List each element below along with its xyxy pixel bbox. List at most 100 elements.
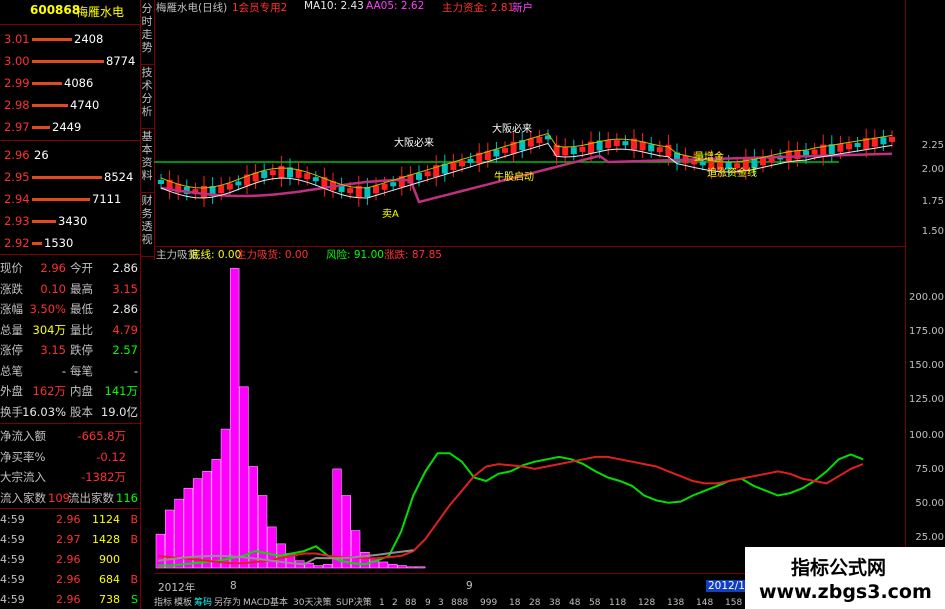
volume-bar: [32, 60, 104, 63]
bottom-tab[interactable]: 另存为: [214, 598, 241, 609]
axis-label: 1.75: [921, 196, 944, 207]
chart-area[interactable]: 梅雁水电(日线) 1会员专用2 MA10: 2.43 AA05: 2.62 主力…: [154, 0, 905, 609]
candle-body: [570, 147, 577, 155]
bottom-tab[interactable]: 18: [509, 598, 520, 609]
annotation: 大阪必来: [492, 124, 532, 135]
sell-row[interactable]: 3.00 8774: [4, 51, 140, 72]
buy-row[interactable]: 2.95 8524: [4, 167, 140, 188]
axis-label: 200.00: [909, 292, 944, 303]
tick-row: 4:59 2.96 738 S: [0, 590, 140, 609]
quote-value: 19.0亿: [100, 404, 138, 419]
buy-row[interactable]: 2.96 26: [4, 145, 140, 166]
order-volume: 4086: [64, 76, 94, 90]
quote-label: 跌停: [70, 343, 93, 357]
bottom-tab[interactable]: 58: [589, 598, 600, 609]
candle-body: [312, 177, 319, 182]
quote-value: -: [61, 363, 66, 378]
histogram-bar: [258, 495, 268, 569]
histogram-bar: [406, 566, 417, 569]
price-axis: 2.25 2.00 1.75 1.50 200.00 175.00 150.00…: [905, 0, 945, 609]
tick-price: 2.96: [56, 513, 81, 526]
tab-label: 分时走势: [141, 2, 153, 54]
bottom-tab[interactable]: 模板: [174, 598, 192, 609]
time-month-9: 9: [466, 580, 473, 592]
axis-label: 2.25: [921, 140, 944, 151]
sell-row[interactable]: 3.01 2408: [4, 29, 140, 50]
divider: [0, 24, 140, 25]
tab-fundamentals[interactable]: 基本资料: [140, 128, 154, 193]
watermark-url: www.zbgs3.com: [759, 581, 932, 603]
bottom-tab[interactable]: MACD基本: [243, 598, 288, 609]
quote-value: 3.50%: [29, 302, 66, 316]
histogram-bar: [239, 386, 249, 569]
volume-bar: [32, 198, 90, 201]
volume-bar: [32, 104, 68, 107]
sell-row[interactable]: 2.97 2449: [4, 117, 140, 138]
bottom-tab[interactable]: 48: [569, 598, 580, 609]
quote-label: 涨停: [0, 343, 23, 357]
bottom-tab[interactable]: 28: [529, 598, 540, 609]
buy-row[interactable]: 2.92 1530: [4, 233, 140, 254]
bottom-tab[interactable]: 88: [405, 598, 416, 609]
tick-row: 4:59 2.96 900: [0, 550, 140, 569]
flow-value: -0.12: [96, 449, 126, 464]
tab-label: 基本资料: [141, 130, 153, 182]
bottom-tab[interactable]: 999: [480, 598, 497, 609]
bottom-tab[interactable]: 筹码: [194, 598, 212, 609]
tick-side: B: [130, 573, 138, 586]
tick-price: 2.96: [56, 573, 81, 586]
bottom-tab[interactable]: 38: [549, 598, 560, 609]
candle-body: [347, 188, 354, 194]
bottom-tab[interactable]: 138: [667, 598, 684, 609]
tick-volume: 1428: [92, 533, 120, 546]
order-price: 2.96: [4, 148, 30, 162]
bottom-tab[interactable]: SUP决策: [336, 598, 372, 609]
buy-row[interactable]: 2.93 3430: [4, 211, 140, 232]
candle-body: [235, 181, 242, 186]
bottom-tab[interactable]: 指标: [154, 598, 172, 609]
bottom-tab[interactable]: 158: [725, 598, 742, 609]
histogram-bar: [416, 566, 426, 569]
candle-body: [622, 141, 629, 146]
tick-side: S: [131, 593, 138, 606]
bottom-tab[interactable]: 3: [438, 598, 444, 609]
axis-label: 175.00: [909, 326, 944, 337]
quote-label: 最低: [70, 302, 93, 316]
tick-time: 4:59: [0, 573, 25, 586]
quote-value: 16.03%: [22, 404, 66, 419]
quote-value: 2.86: [112, 302, 138, 316]
bottom-tab[interactable]: 9: [425, 598, 431, 609]
quote-row: 涨幅 3.50% 最低 2.86: [0, 299, 140, 319]
tick-volume: 684: [99, 573, 120, 586]
quote-label: 换手: [0, 404, 23, 419]
sell-row[interactable]: 2.98 4740: [4, 95, 140, 116]
bottom-tab[interactable]: 128: [638, 598, 655, 609]
quote-panel: 600868 梅雁水电 3.01 2408 3.00 8774 2.99 4086 2.98…: [0, 0, 141, 609]
tab-intraday[interactable]: 分时走势: [140, 0, 154, 65]
candle-body: [527, 138, 534, 147]
histogram-bars: [155, 268, 426, 569]
bottom-tab[interactable]: 118: [609, 598, 626, 609]
axis-label: 100.00: [909, 430, 944, 441]
sell-row[interactable]: 2.99 4086: [4, 73, 140, 94]
flow-value: -1382万: [81, 470, 126, 484]
bottom-tab[interactable]: 30天决策: [293, 598, 331, 609]
bottom-tab[interactable]: 2: [392, 598, 398, 609]
flow-row: 流入家数 109 流出家数 116: [0, 488, 140, 508]
stock-code: 600868: [30, 3, 81, 17]
candle-body: [226, 183, 233, 190]
order-volume: 1530: [44, 236, 74, 250]
bottom-tab[interactable]: 148: [696, 598, 713, 609]
buy-row[interactable]: 2.94 7111: [4, 189, 140, 210]
bottom-tab[interactable]: 888: [451, 598, 468, 609]
candle-body: [304, 173, 311, 180]
bottom-tab[interactable]: 1: [379, 598, 385, 609]
histogram-bar: [323, 564, 333, 569]
tab-label: 技术分析: [141, 66, 153, 118]
candle-body: [158, 180, 164, 184]
axis-label: 75.00: [915, 464, 944, 475]
tab-financials[interactable]: 财务透视: [140, 192, 154, 257]
tab-technical[interactable]: 技术分析: [140, 64, 154, 129]
axis-label: 25.00: [915, 532, 944, 543]
axis-label: 1.50: [921, 226, 944, 237]
